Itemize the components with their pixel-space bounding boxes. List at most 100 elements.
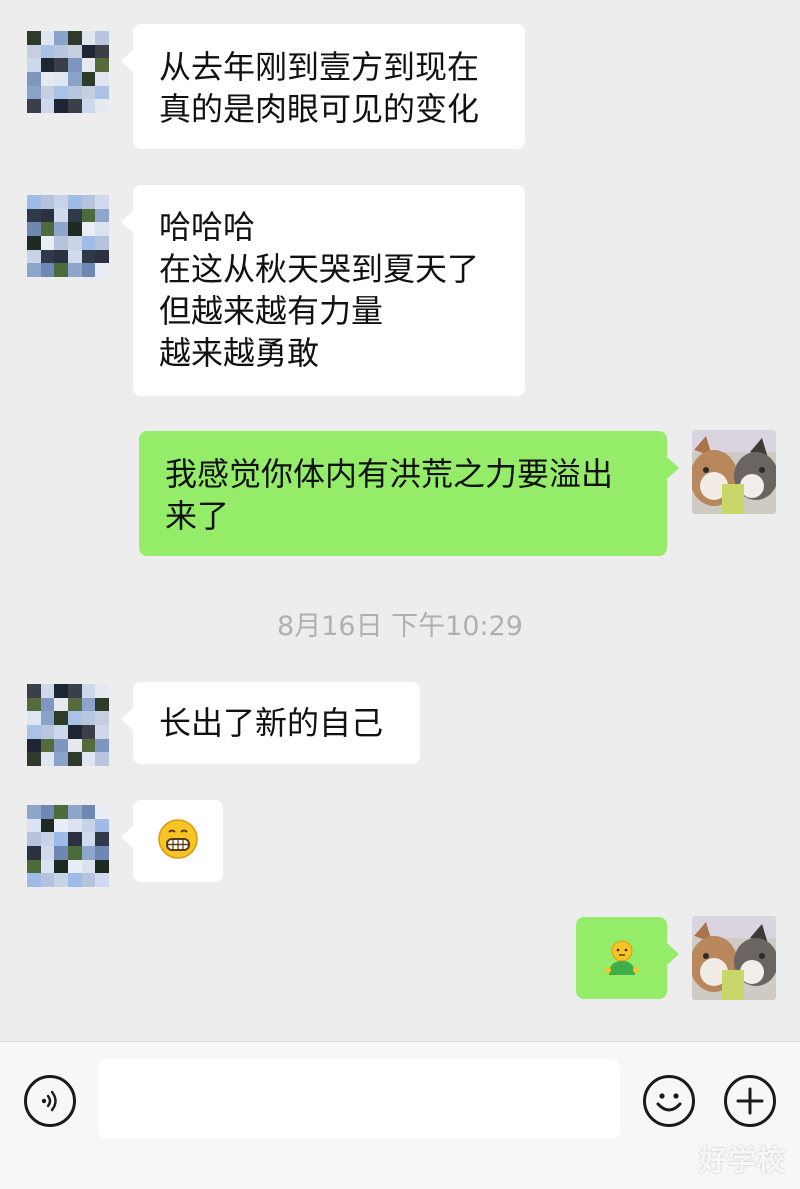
avatar-mosaic-tile bbox=[95, 72, 109, 86]
avatar-mosaic-tile bbox=[40, 85, 55, 100]
avatar-mosaic-tile bbox=[40, 44, 55, 59]
avatar-mosaic-tile bbox=[27, 222, 41, 236]
self-avatar[interactable] bbox=[692, 916, 776, 1000]
avatar-mosaic-tile bbox=[81, 99, 96, 113]
contact-avatar[interactable] bbox=[27, 805, 109, 887]
message-text: 哈哈哈 bbox=[159, 208, 256, 246]
avatar-mosaic-tile bbox=[81, 195, 96, 209]
avatar-mosaic-tile bbox=[27, 236, 41, 250]
avatar-mosaic-tile bbox=[81, 738, 96, 753]
avatar-mosaic-tile bbox=[27, 44, 41, 59]
message-bubble-outgoing[interactable] bbox=[576, 917, 679, 999]
message-bubble-incoming[interactable]: 哈哈哈 在这从秋天哭到夏天了 但越来越有力量 越来越勇敢 bbox=[121, 185, 525, 396]
more-button[interactable] bbox=[724, 1075, 776, 1127]
avatar-mosaic-tile bbox=[81, 31, 96, 45]
contact-avatar[interactable] bbox=[27, 31, 109, 113]
avatar-mosaic-tile bbox=[95, 249, 109, 264]
avatar-mosaic-tile bbox=[81, 752, 96, 766]
avatar-mosaic-tile bbox=[68, 44, 82, 59]
chat-timestamp: 8月16日 下午10:29 bbox=[277, 611, 523, 642]
avatar-mosaic-tile bbox=[81, 44, 96, 59]
avatar-mosaic-tile bbox=[68, 873, 82, 887]
avatar-mosaic-tile bbox=[81, 873, 96, 887]
emoji-icon bbox=[656, 1093, 682, 1112]
avatar-mosaic-tile bbox=[27, 99, 41, 113]
avatar-mosaic-tile bbox=[27, 195, 41, 209]
avatar-mosaic-tile bbox=[40, 684, 55, 698]
avatar-mosaic-tile bbox=[54, 222, 68, 236]
avatar-mosaic-tile bbox=[81, 85, 96, 100]
message-text: 长出了新的自己 bbox=[159, 704, 384, 742]
avatar-mosaic-tile bbox=[68, 236, 82, 250]
avatar-mosaic-tile bbox=[81, 805, 96, 819]
avatar-mosaic-tile bbox=[68, 725, 82, 739]
avatar-mosaic-tile bbox=[95, 684, 109, 698]
avatar-mosaic-tile bbox=[81, 249, 96, 264]
avatar-mosaic-tile bbox=[95, 805, 109, 819]
avatar-mosaic-tile bbox=[54, 711, 68, 725]
avatar-mosaic-tile bbox=[27, 711, 41, 725]
avatar-mosaic-tile bbox=[68, 31, 82, 45]
avatar-mosaic-tile bbox=[95, 832, 109, 846]
message-text: 我感觉你体内有洪荒之力要溢出 bbox=[165, 455, 614, 493]
avatar-mosaic-tile bbox=[27, 738, 41, 753]
avatar-mosaic-tile bbox=[81, 711, 96, 725]
avatar-mosaic-tile bbox=[27, 58, 41, 72]
avatar-mosaic-tile bbox=[54, 263, 68, 277]
contact-avatar[interactable] bbox=[27, 684, 109, 766]
emoji-button[interactable] bbox=[643, 1075, 695, 1127]
avatar-mosaic-tile bbox=[54, 684, 68, 698]
avatar-mosaic-tile bbox=[40, 697, 55, 712]
avatar-mosaic-tile bbox=[81, 222, 96, 236]
avatar-mosaic-tile bbox=[81, 236, 96, 250]
avatar-mosaic-tile bbox=[54, 738, 68, 753]
message-bubble-outgoing[interactable]: 我感觉你体内有洪荒之力要溢出 来了 bbox=[139, 431, 679, 556]
avatar-mosaic-tile bbox=[81, 684, 96, 698]
cat-avatar-image bbox=[692, 916, 776, 1000]
avatar-mosaic-tile bbox=[40, 249, 55, 264]
avatar-mosaic-tile bbox=[54, 249, 68, 264]
message-bubble-incoming[interactable]: 从去年刚到壹方到现在 真的是肉眼可见的变化 bbox=[121, 24, 525, 149]
avatar-mosaic-tile bbox=[81, 72, 96, 86]
avatar-mosaic-tile bbox=[27, 697, 41, 712]
avatar-mosaic-tile bbox=[95, 85, 109, 100]
avatar-mosaic-tile bbox=[68, 85, 82, 100]
message-bubble-incoming[interactable] bbox=[121, 800, 223, 882]
avatar-mosaic-tile bbox=[81, 697, 96, 712]
avatar-mosaic-tile bbox=[40, 222, 55, 236]
avatar-mosaic-tile bbox=[54, 58, 68, 72]
contact-avatar[interactable] bbox=[27, 195, 109, 277]
avatar-mosaic-tile bbox=[68, 195, 82, 209]
avatar-mosaic-tile bbox=[54, 818, 68, 833]
avatar-mosaic-tile bbox=[40, 236, 55, 250]
avatar-mosaic-tile bbox=[68, 832, 82, 846]
avatar-mosaic-tile bbox=[95, 818, 109, 833]
avatar-mosaic-tile bbox=[81, 725, 96, 739]
avatar-mosaic-tile bbox=[27, 752, 41, 766]
avatar-mosaic-tile bbox=[95, 44, 109, 59]
avatar-mosaic-tile bbox=[81, 58, 96, 72]
avatar-mosaic-tile bbox=[68, 684, 82, 698]
avatar-mosaic-tile bbox=[27, 725, 41, 739]
avatar-mosaic-tile bbox=[27, 208, 41, 223]
avatar-mosaic-tile bbox=[40, 195, 55, 209]
avatar-mosaic-tile bbox=[27, 846, 41, 860]
avatar-mosaic-tile bbox=[27, 263, 41, 277]
avatar-mosaic-tile bbox=[40, 711, 55, 725]
avatar-mosaic-tile bbox=[40, 805, 55, 819]
avatar-mosaic-tile bbox=[54, 99, 68, 113]
avatar-mosaic-tile bbox=[40, 725, 55, 739]
avatar-mosaic-tile bbox=[54, 846, 68, 860]
avatar-mosaic-tile bbox=[81, 263, 96, 277]
avatar-mosaic-tile bbox=[54, 72, 68, 86]
voice-button[interactable] bbox=[24, 1075, 76, 1127]
avatar-mosaic-tile bbox=[27, 859, 41, 874]
avatar-mosaic-tile bbox=[68, 711, 82, 725]
message-input[interactable] bbox=[98, 1059, 620, 1139]
avatar-mosaic-tile bbox=[40, 818, 55, 833]
avatar-mosaic-tile bbox=[54, 805, 68, 819]
avatar-mosaic-tile bbox=[95, 738, 109, 753]
message-bubble-incoming[interactable]: 长出了新的自己 bbox=[121, 682, 420, 764]
self-avatar[interactable] bbox=[692, 430, 776, 514]
avatar-mosaic-tile bbox=[95, 208, 109, 223]
